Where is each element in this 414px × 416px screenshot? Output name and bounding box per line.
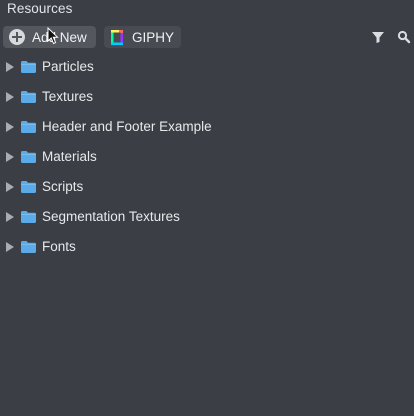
folder-icon [21,91,36,103]
tree-item-label: Header and Footer Example [42,119,212,134]
tree-item-label: Fonts [42,239,76,254]
toolbar: Add New GIPHY [0,24,414,50]
tree-item-header-and-footer-example[interactable]: Header and Footer Example [0,113,414,141]
tree-item-scripts[interactable]: Scripts [0,173,414,201]
folder-icon [21,241,36,253]
mouse-cursor-icon [47,27,59,45]
folder-icon [21,181,36,193]
giphy-label: GIPHY [132,29,175,45]
expand-arrow-icon[interactable] [6,212,14,222]
tree-item-label: Materials [42,149,97,164]
tree-item-label: Scripts [42,179,84,194]
filter-icon[interactable] [371,30,385,44]
folder-icon [21,61,36,73]
panel-title: Resources [7,1,73,16]
tree-item-particles[interactable]: Particles [0,53,414,81]
tree-item-textures[interactable]: Textures [0,83,414,111]
tree-item-label: Segmentation Textures [42,209,180,224]
giphy-icon [111,29,123,45]
tree-item-segmentation-textures[interactable]: Segmentation Textures [0,203,414,231]
tree-item-fonts[interactable]: Fonts [0,233,414,261]
expand-arrow-icon[interactable] [6,182,14,192]
folder-icon [21,211,36,223]
add-new-label: Add New [32,29,87,45]
expand-arrow-icon[interactable] [6,242,14,252]
expand-arrow-icon[interactable] [6,62,14,72]
giphy-button[interactable]: GIPHY [104,26,181,48]
expand-arrow-icon[interactable] [6,152,14,162]
tree-item-label: Particles [42,59,94,74]
tree-item-label: Textures [42,89,94,104]
folder-icon [21,121,36,133]
folder-icon [21,151,36,163]
expand-arrow-icon[interactable] [6,92,14,102]
tree-item-materials[interactable]: Materials [0,143,414,171]
search-icon[interactable] [397,30,411,44]
plus-circle-icon [9,29,25,45]
expand-arrow-icon[interactable] [6,122,14,132]
